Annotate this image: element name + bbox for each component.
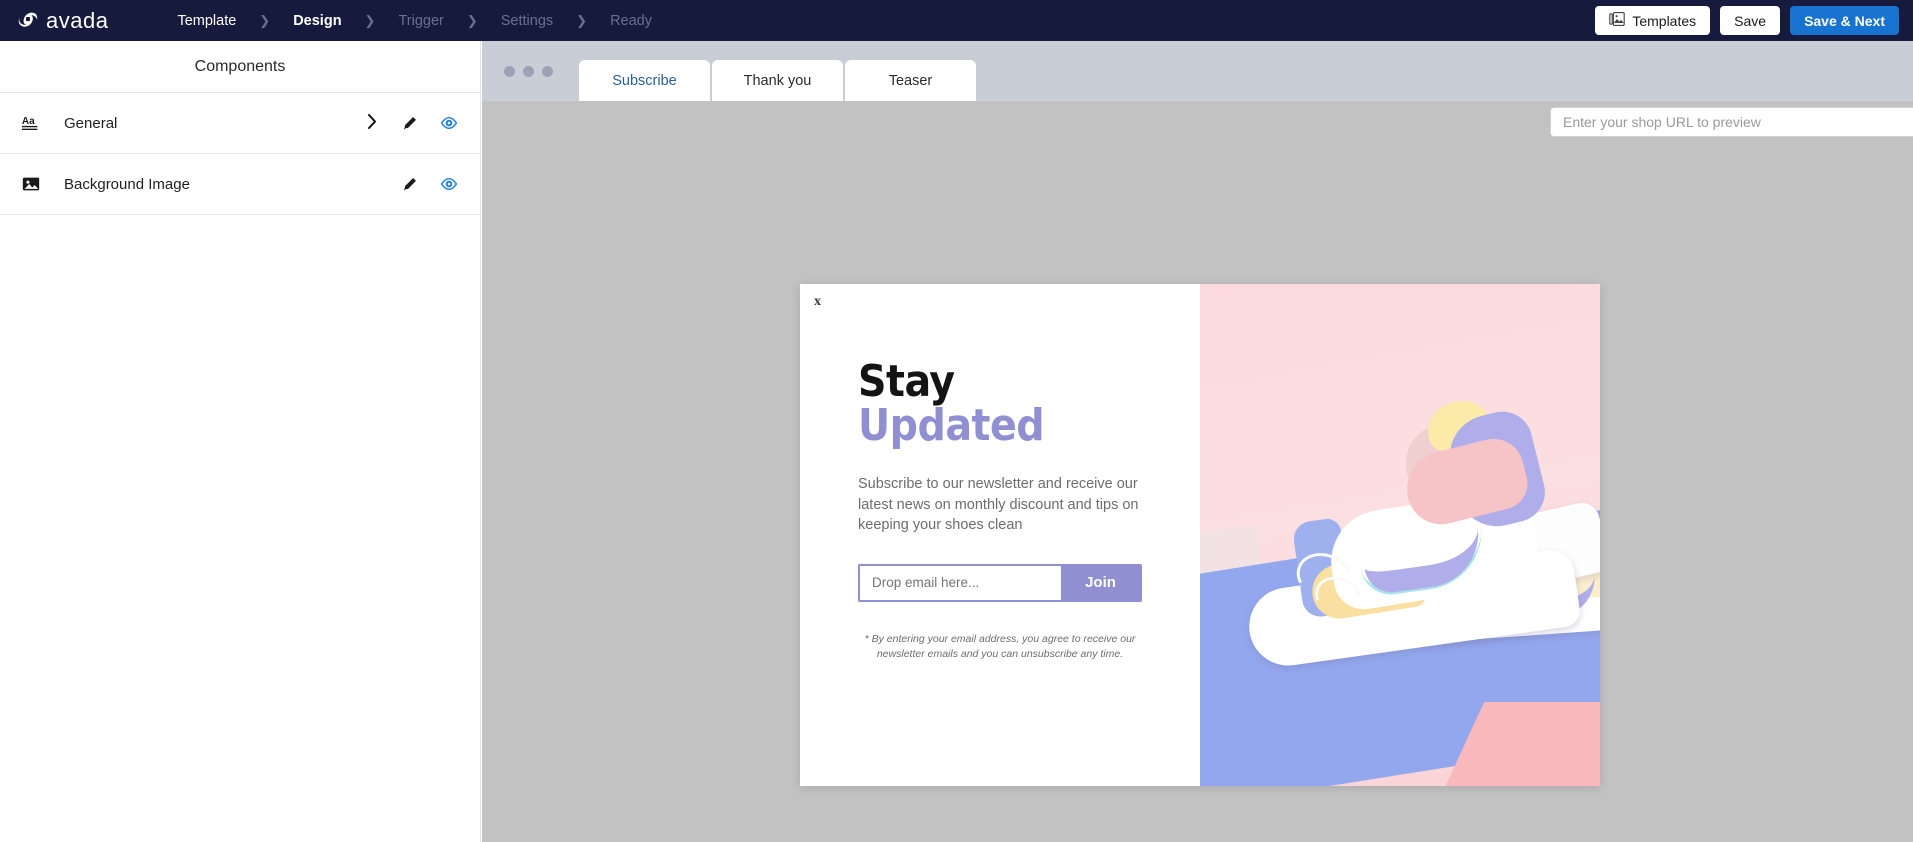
- sidebar-item-actions: [400, 175, 458, 193]
- breadcrumb-step-ready[interactable]: Ready: [603, 13, 659, 29]
- chevron-right-icon: ❯: [349, 13, 392, 29]
- window-dot: [523, 66, 534, 77]
- sidebar-item-label: Background Image: [64, 176, 190, 193]
- tab-thank-you[interactable]: Thank you: [712, 60, 843, 101]
- save-and-next-button[interactable]: Save & Next: [1790, 6, 1899, 35]
- shop-url-field[interactable]: Enter your shop URL to preview: [1550, 107, 1913, 137]
- templates-button[interactable]: Templates: [1595, 6, 1710, 35]
- popup-body: Stay Updated Subscribe to our newsletter…: [800, 284, 1200, 662]
- design-canvas: Subscribe Thank you Teaser Enter your sh…: [482, 41, 1913, 842]
- shop-url-placeholder: Enter your shop URL to preview: [1563, 114, 1761, 130]
- chevron-right-icon: ❯: [243, 13, 286, 29]
- image-stack-icon: [1609, 11, 1625, 30]
- templates-button-label: Templates: [1632, 13, 1696, 29]
- components-title: Components: [195, 58, 286, 76]
- breadcrumb-step-design[interactable]: Design: [286, 13, 348, 29]
- popup-content-panel: x Stay Updated Subscribe to our newslett…: [800, 284, 1200, 786]
- components-sidebar: Components Aa General: [0, 41, 481, 842]
- popup-preview: x Stay Updated Subscribe to our newslett…: [800, 284, 1600, 786]
- eye-icon[interactable]: [440, 175, 458, 193]
- window-dot: [542, 66, 553, 77]
- headline-accent: Updated: [858, 400, 1044, 451]
- text-format-aa-icon: Aa: [20, 112, 42, 134]
- brand-name: avada: [46, 8, 108, 34]
- tab-subscribe[interactable]: Subscribe: [579, 60, 710, 101]
- preview-toolbar: Subscribe Thank you Teaser: [482, 41, 1913, 101]
- chevron-right-icon[interactable]: [367, 114, 378, 133]
- close-icon[interactable]: x: [814, 294, 821, 310]
- popup-disclaimer: * By entering your email address, you ag…: [858, 632, 1142, 662]
- avada-logo-icon: [16, 9, 39, 32]
- primary-sneaker: [1238, 394, 1590, 694]
- sidebar-item-label: General: [64, 115, 117, 132]
- subscribe-form: Join: [858, 564, 1142, 602]
- breadcrumb: Template ❯ Design ❯ Trigger ❯ Settings ❯…: [170, 13, 659, 29]
- tab-teaser[interactable]: Teaser: [845, 60, 976, 101]
- save-button[interactable]: Save: [1720, 6, 1780, 35]
- sidebar-item-actions: [367, 114, 458, 133]
- popup-image-panel: [1200, 284, 1600, 786]
- top-navigation-bar: avada Template ❯ Design ❯ Trigger ❯ Sett…: [0, 0, 1913, 41]
- breadcrumb-step-template[interactable]: Template: [170, 13, 243, 29]
- pencil-icon[interactable]: [400, 114, 418, 132]
- brand-logo[interactable]: avada: [16, 8, 108, 34]
- chevron-right-icon: ❯: [451, 13, 494, 29]
- components-panel-header: Components: [0, 41, 480, 93]
- breadcrumb-step-settings[interactable]: Settings: [494, 13, 560, 29]
- popup-headline: Stay Updated: [858, 360, 1142, 448]
- sidebar-item-general[interactable]: Aa General: [0, 93, 480, 154]
- sidebar-item-background-image[interactable]: Background Image: [0, 154, 480, 215]
- join-button[interactable]: Join: [1061, 566, 1140, 600]
- window-dot: [504, 66, 515, 77]
- image-icon: [20, 173, 42, 195]
- pencil-icon[interactable]: [400, 175, 418, 193]
- popup-subtext: Subscribe to our newsletter and receive …: [858, 474, 1142, 536]
- breadcrumb-step-trigger[interactable]: Trigger: [391, 13, 450, 29]
- svg-text:Aa: Aa: [22, 116, 35, 127]
- topbar-actions: Templates Save Save & Next: [1595, 0, 1899, 41]
- email-input[interactable]: [860, 566, 1061, 600]
- window-dots: [496, 41, 579, 101]
- preview-tabs: Subscribe Thank you Teaser: [579, 41, 976, 101]
- chevron-right-icon: ❯: [560, 13, 603, 29]
- eye-icon[interactable]: [440, 114, 458, 132]
